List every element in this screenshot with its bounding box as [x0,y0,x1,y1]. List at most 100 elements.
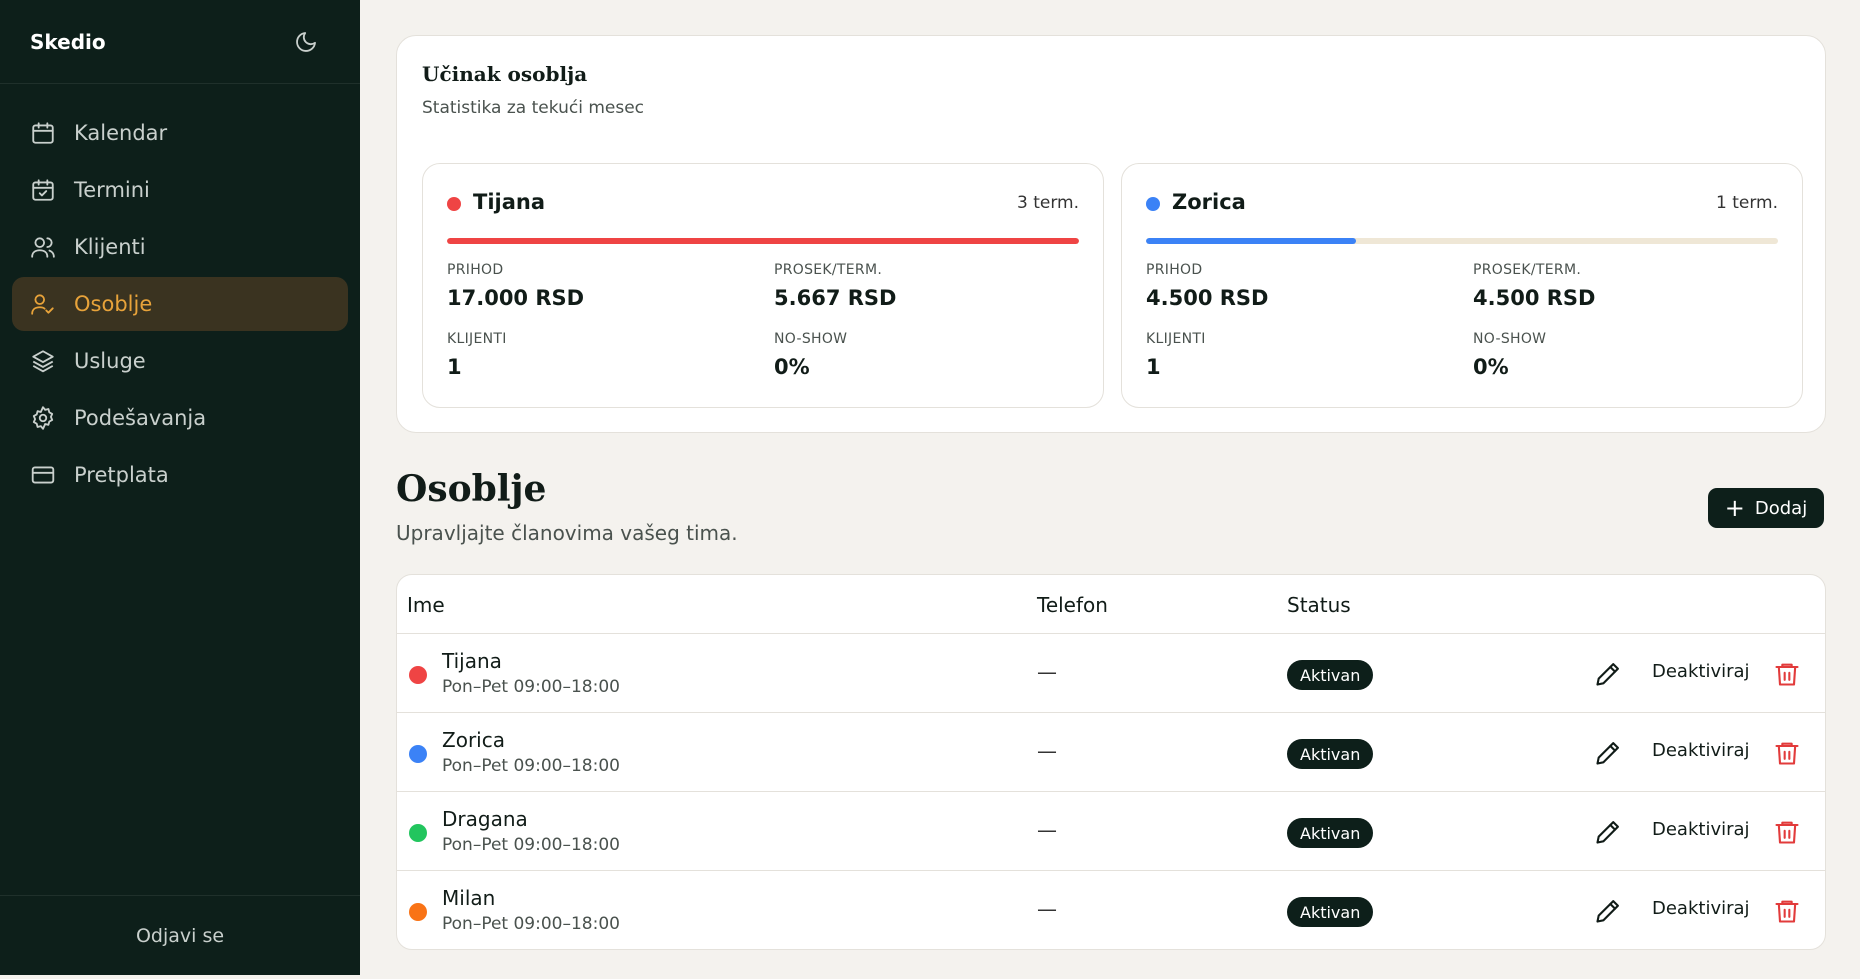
staff-stat-name: Tijana [473,190,546,214]
staff-color-dot [447,197,461,211]
column-header-telefon: Telefon [1037,593,1108,617]
staff-stat-name: Zorica [1172,190,1246,214]
stat-value: 1 [447,355,462,379]
plus-icon: + [1724,494,1745,522]
sidebar-item-kalendar[interactable]: Kalendar [12,106,348,160]
staff-color-dot [409,824,427,842]
stat-prihod: PRIHOD 4.500 RSD [1146,262,1268,310]
stat-label: NO-SHOW [774,331,848,347]
staff-hours: Pon–Pet 09:00–18:00 [442,914,620,934]
stat-label: PROSEK/TERM. [774,262,883,278]
sidebar-header: Skedio [0,0,360,84]
deactivate-button[interactable]: Deaktiviraj [1652,819,1750,840]
pencil-icon[interactable] [1594,739,1622,767]
stat-label: KLIJENTI [447,331,507,347]
column-header-ime: Ime [407,593,445,617]
staff-name: Milan [442,886,496,910]
sidebar-footer: Odjavi se [0,895,360,975]
deactivate-button[interactable]: Deaktiviraj [1652,661,1750,682]
trash-icon[interactable] [1773,897,1801,925]
calendar-check-icon [32,179,54,201]
stats-subtitle: Statistika za tekući mesec [422,98,644,118]
sidebar-item-label: Podešavanja [74,406,207,430]
stat-prosek: PROSEK/TERM. 5.667 RSD [774,262,896,310]
pencil-icon[interactable] [1594,897,1622,925]
stat-prosek: PROSEK/TERM. 4.500 RSD [1473,262,1595,310]
staff-color-dot [409,745,427,763]
status-badge: Aktivan [1287,739,1374,769]
stat-value: 1 [1146,355,1161,379]
sidebar-item-label: Pretplata [74,463,169,487]
page-subtitle: Upravljajte članovima vašeg tima. [396,521,738,545]
table-row: Milan Pon–Pet 09:00–18:00 — Aktivan Deak… [397,871,1825,949]
sidebar-item-pretplata[interactable]: Pretplata [12,448,348,502]
status-badge: Aktivan [1287,897,1374,927]
table-row: Dragana Pon–Pet 09:00–18:00 — Aktivan De… [397,792,1825,871]
staff-phone: — [1037,818,1057,842]
staff-performance-card: Učinak osoblja Statistika za tekući mese… [396,35,1826,433]
user-check-icon [31,294,54,315]
staff-stat-card: Tijana 3 term. PRIHOD 17.000 RSD PROSEK/… [422,163,1104,408]
stat-noshow: NO-SHOW 0% [1473,331,1546,379]
pencil-icon[interactable] [1594,818,1622,846]
staff-table: Ime Telefon Status Tijana Pon–Pet 09:00–… [396,574,1826,950]
staff-phone: — [1037,739,1057,763]
stat-value: 0% [774,355,810,379]
staff-progress-bar [1146,238,1778,244]
calendar-icon [32,122,54,144]
stat-value: 5.667 RSD [774,286,897,310]
layers-icon [32,350,54,373]
sidebar-item-klijenti[interactable]: Klijenti [12,220,348,274]
staff-stat-card: Zorica 1 term. PRIHOD 4.500 RSD PROSEK/T… [1121,163,1803,408]
staff-hours: Pon–Pet 09:00–18:00 [442,677,620,697]
trash-icon[interactable] [1773,660,1801,688]
stat-value: 0% [1473,355,1509,379]
stat-value: 4.500 RSD [1473,286,1596,310]
staff-name: Tijana [442,649,502,673]
sidebar-item-label: Klijenti [74,235,146,259]
users-icon [31,237,55,258]
brand-logo[interactable]: Skedio [30,30,106,54]
staff-name: Dragana [442,807,528,831]
credit-card-icon [31,466,55,484]
gear-icon [32,406,54,430]
table-header: Ime Telefon Status [397,575,1825,634]
pencil-icon[interactable] [1594,660,1622,688]
stat-label: PROSEK/TERM. [1473,262,1582,278]
stat-klijenti: KLIJENTI 1 [1146,331,1206,379]
sidebar-item-label: Osoblje [74,292,153,316]
deactivate-button[interactable]: Deaktiviraj [1652,740,1750,761]
stat-label: PRIHOD [1146,262,1203,278]
trash-icon[interactable] [1773,739,1801,767]
sidebar-item-label: Usluge [74,349,146,373]
staff-progress-fill [447,238,1079,244]
stat-value: 17.000 RSD [447,286,585,310]
staff-hours: Pon–Pet 09:00–18:00 [442,835,620,855]
add-staff-button[interactable]: + Dodaj [1708,488,1824,528]
staff-name: Zorica [442,728,505,752]
sidebar-item-label: Termini [74,178,150,202]
staff-phone: — [1037,660,1057,684]
staff-color-dot [409,903,427,921]
sidebar-item-termini[interactable]: Termini [12,163,348,217]
stat-value: 4.500 RSD [1146,286,1269,310]
stat-prihod: PRIHOD 17.000 RSD [447,262,584,310]
trash-icon[interactable] [1773,818,1801,846]
sidebar-nav: Kalendar Termini Klijenti Osoblje Usluge… [0,84,360,502]
staff-stat-count: 1 term. [1716,193,1778,213]
status-badge: Aktivan [1287,660,1374,690]
stat-label: PRIHOD [447,262,504,278]
sidebar: Skedio Kalendar Termini Klijenti Osoblje… [0,0,360,975]
moon-icon[interactable] [294,30,318,54]
status-badge: Aktivan [1287,818,1374,848]
deactivate-button[interactable]: Deaktiviraj [1652,898,1750,919]
sidebar-item-usluge[interactable]: Usluge [12,334,348,388]
sidebar-item-osoblje[interactable]: Osoblje [12,277,348,331]
logout-button[interactable]: Odjavi se [136,925,224,947]
sidebar-item-podesavanja[interactable]: Podešavanja [12,391,348,445]
column-header-status: Status [1287,593,1351,617]
staff-progress-bar [447,238,1079,244]
stat-label: KLIJENTI [1146,331,1206,347]
page-title: Osoblje [396,468,547,510]
staff-stat-count: 3 term. [1017,193,1079,213]
